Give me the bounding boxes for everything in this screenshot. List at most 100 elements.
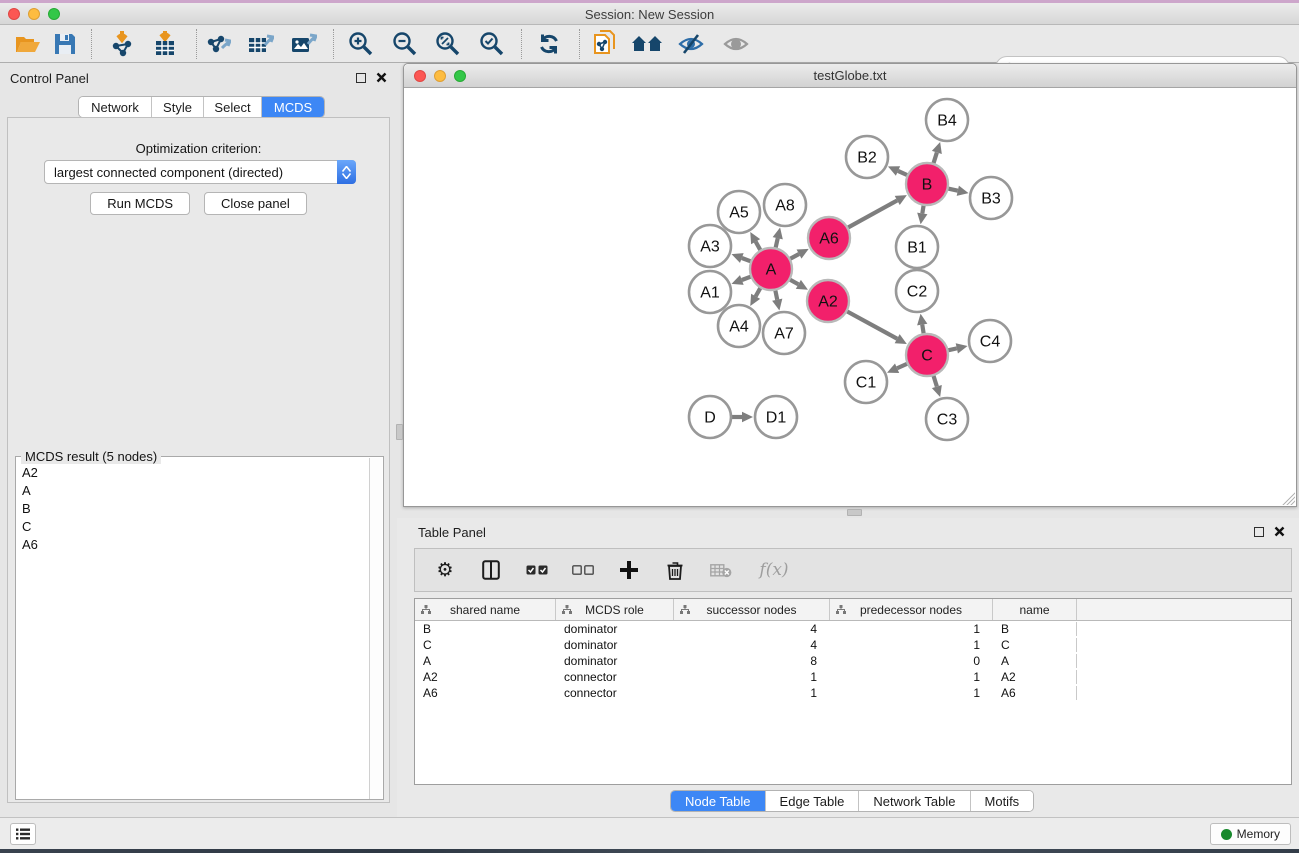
graph-node-C1[interactable]: C1 [845,361,887,403]
graph-edge-C-C4[interactable] [947,348,956,350]
column-header-predecessor-nodes[interactable]: predecessor nodes [830,599,993,620]
table-cell[interactable]: A2 [415,670,556,684]
graph-edge-B-B2[interactable] [898,171,908,175]
graph-node-C2[interactable]: C2 [896,270,938,312]
tab-edge-table[interactable]: Edge Table [766,791,860,811]
graph-node-A7[interactable]: A7 [763,312,805,354]
graph-edge-A2-C[interactable] [846,311,897,339]
delete-table-icon[interactable] [709,557,733,583]
graph-edge-A-A2[interactable] [789,279,798,284]
close-table-panel-icon[interactable] [1274,526,1285,537]
graph-node-A6[interactable]: A6 [808,217,850,259]
deselect-all-checkboxes-icon[interactable] [571,557,595,583]
window-resize-grip[interactable] [1282,492,1295,505]
table-cell[interactable]: A2 [993,670,1077,684]
network-window-titlebar[interactable]: testGlobe.txt [404,64,1296,88]
graph-node-A1[interactable]: A1 [689,271,731,313]
graph-node-A8[interactable]: A8 [764,184,806,226]
close-panel-icon[interactable] [376,72,387,83]
table-row[interactable]: Adominator80A [415,653,1291,669]
tab-node-table[interactable]: Node Table [671,791,766,811]
graph-node-A[interactable]: A [750,248,792,290]
delete-column-trash-icon[interactable] [663,557,687,583]
graph-node-C[interactable]: C [906,334,948,376]
table-cell[interactable]: connector [556,686,674,700]
table-cell[interactable]: B [993,622,1077,636]
table-cell[interactable]: 0 [830,654,993,668]
horizontal-splitter-grip[interactable] [847,509,862,516]
graph-edge-A-A6[interactable] [790,254,799,259]
table-cell[interactable]: 4 [674,638,830,652]
graph-node-B1[interactable]: B1 [896,226,938,268]
column-header-mcds-role[interactable]: MCDS role [556,599,674,620]
tab-network[interactable]: Network [79,97,152,117]
table-cell[interactable]: A6 [993,686,1077,700]
table-cell[interactable]: 1 [830,638,993,652]
table-cell[interactable]: A [993,654,1077,668]
memory-button[interactable]: Memory [1210,823,1291,845]
graph-edge-A-A8[interactable] [775,238,777,248]
graph-node-C4[interactable]: C4 [969,320,1011,362]
table-cell[interactable]: 1 [674,686,830,700]
table-cell[interactable]: 1 [830,622,993,636]
table-cell[interactable]: A [415,654,556,668]
save-session-icon[interactable] [48,28,82,60]
function-builder-icon[interactable]: f(x) [755,557,793,583]
export-network-icon[interactable] [201,28,235,60]
graph-edge-A-A4[interactable] [756,287,761,296]
table-cell[interactable]: 1 [830,670,993,684]
mcds-result-item[interactable]: B [17,499,369,517]
zoom-fit-icon[interactable] [431,28,465,60]
table-cell[interactable]: 4 [674,622,830,636]
float-table-panel-icon[interactable] [1254,527,1264,537]
graph-edge-C-C1[interactable] [897,363,908,368]
task-history-button[interactable] [10,823,36,845]
mcds-result-item[interactable]: A6 [17,535,369,553]
table-row[interactable]: Bdominator41B [415,621,1291,637]
graph-edge-B-B1[interactable] [922,205,923,214]
mcds-result-item[interactable]: A [17,481,369,499]
add-column-icon[interactable] [617,557,641,583]
tab-style[interactable]: Style [152,97,204,117]
result-scrollbar-track[interactable] [369,458,382,799]
tab-mcds[interactable]: MCDS [262,97,324,117]
import-network-icon[interactable] [105,28,139,60]
select-all-checkboxes-icon[interactable] [525,557,549,583]
table-cell[interactable]: C [993,638,1077,652]
graph-edge-B-B3[interactable] [948,188,958,190]
graph-edge-A6-B[interactable] [847,200,897,227]
network-graph[interactable]: B4B2BB3A8A5A6A3B1AA1C2A2A4A7C4CC1C3DD1 [404,88,1296,506]
table-cell[interactable]: dominator [556,638,674,652]
table-cell[interactable]: 8 [674,654,830,668]
graph-node-A3[interactable]: A3 [689,225,731,267]
table-cell[interactable]: connector [556,670,674,684]
zoom-out-icon[interactable] [388,28,422,60]
table-cell[interactable]: B [415,622,556,636]
network-canvas[interactable]: B4B2BB3A8A5A6A3B1AA1C2A2A4A7C4CC1C3DD1 [404,88,1296,506]
new-network-from-selection-icon[interactable] [588,28,622,60]
table-cell[interactable]: A6 [415,686,556,700]
export-image-icon[interactable] [287,28,321,60]
import-table-icon[interactable] [148,28,182,60]
table-cell[interactable]: C [415,638,556,652]
graph-edge-A-A5[interactable] [756,242,761,251]
table-cell[interactable]: 1 [830,686,993,700]
optimization-criterion-dropdown[interactable]: largest connected component (directed) [44,160,356,184]
graph-edge-A-A7[interactable] [775,290,777,300]
hide-graphics-icon[interactable] [674,28,708,60]
column-header-name[interactable]: name [993,599,1077,620]
zoom-in-icon[interactable] [344,28,378,60]
zoom-selected-icon[interactable] [475,28,509,60]
table-cell[interactable]: dominator [556,654,674,668]
graph-edge-A-A1[interactable] [742,276,752,280]
graph-edge-B-B4[interactable] [933,152,937,164]
table-row[interactable]: Cdominator41C [415,637,1291,653]
column-header-successor-nodes[interactable]: successor nodes [674,599,830,620]
graph-node-C3[interactable]: C3 [926,398,968,440]
graph-edge-C-C2[interactable] [922,325,924,335]
graph-node-B3[interactable]: B3 [970,177,1012,219]
graph-node-A4[interactable]: A4 [718,305,760,347]
graph-node-A2[interactable]: A2 [807,280,849,322]
tab-select[interactable]: Select [204,97,262,117]
mcds-result-item[interactable]: A2 [17,463,369,481]
